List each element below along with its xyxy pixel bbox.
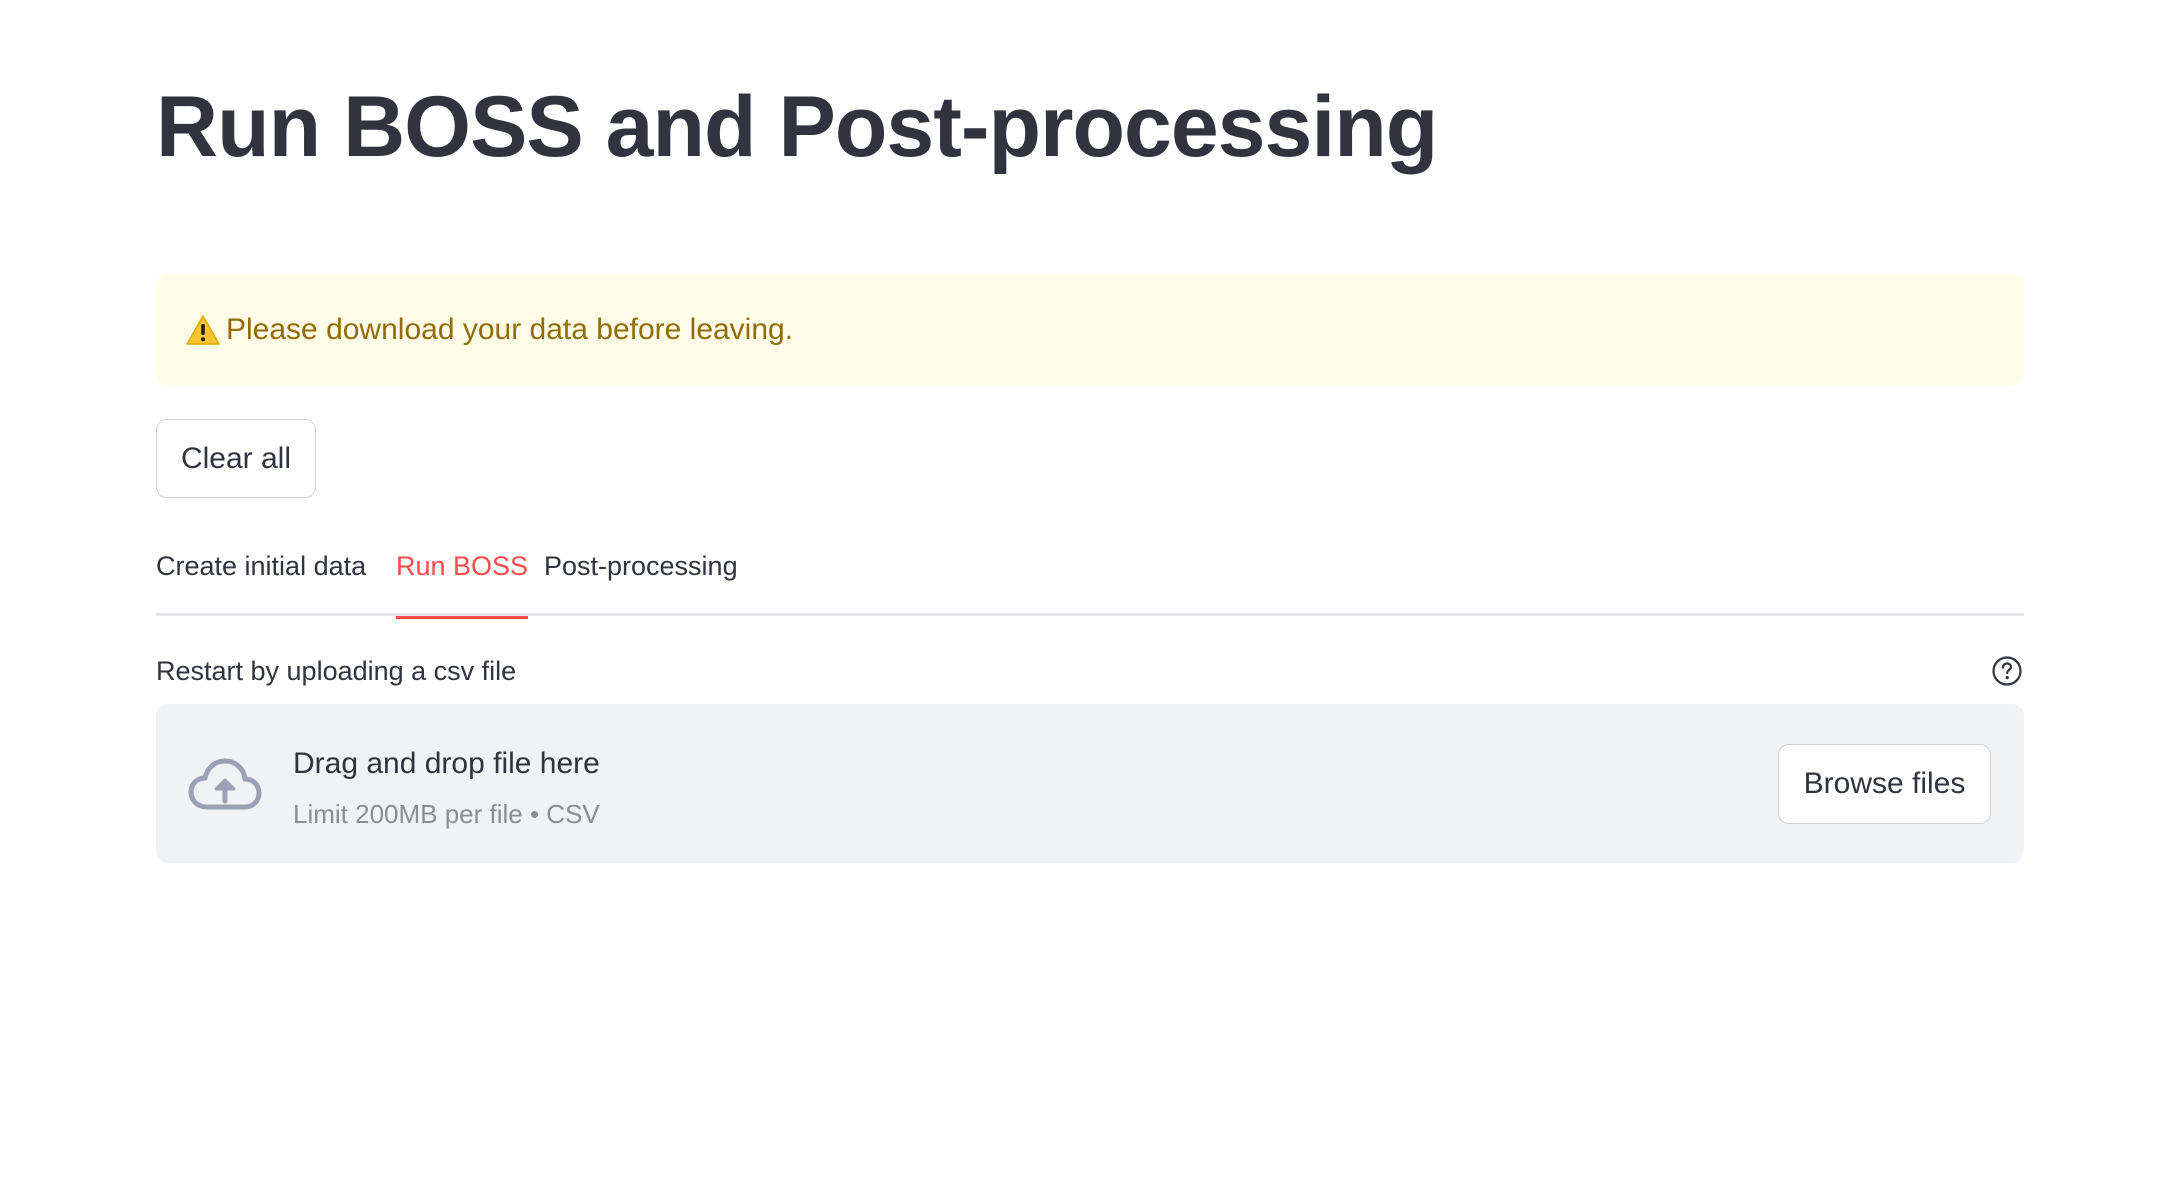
page: Run BOSS and Post-processing Please down…	[0, 0, 2164, 1184]
page-title: Run BOSS and Post-processing	[156, 79, 1438, 175]
file-dropzone[interactable]: Drag and drop file here Limit 200MB per …	[156, 704, 2024, 863]
tab-label: Post-processing	[544, 551, 738, 581]
tab-post-processing[interactable]: Post-processing	[544, 548, 738, 616]
warning-icon	[186, 314, 220, 345]
warning-alert: Please download your data before leaving…	[156, 274, 2024, 385]
alert-text: Please download your data before leaving…	[226, 312, 794, 346]
question-circle-icon[interactable]	[1991, 655, 2023, 687]
dropzone-title: Drag and drop file here	[293, 747, 600, 780]
tab-create-initial-data[interactable]: Create initial data	[156, 548, 366, 616]
tab-label: Run BOSS	[396, 551, 529, 581]
clear-all-button[interactable]: Clear all	[156, 419, 316, 498]
uploader-label: Restart by uploading a csv file	[156, 656, 517, 686]
active-tab-indicator	[396, 616, 529, 619]
dropzone-limit-text: Limit 200MB per file • CSV	[293, 799, 600, 829]
cloud-upload-icon	[188, 756, 262, 812]
tab-bar: Create initial data Run BOSS Post-proces…	[156, 540, 2024, 619]
tab-run-boss[interactable]: Run BOSS	[396, 548, 529, 619]
browse-files-button[interactable]: Browse files	[1778, 744, 1991, 824]
tab-label: Create initial data	[156, 551, 367, 581]
